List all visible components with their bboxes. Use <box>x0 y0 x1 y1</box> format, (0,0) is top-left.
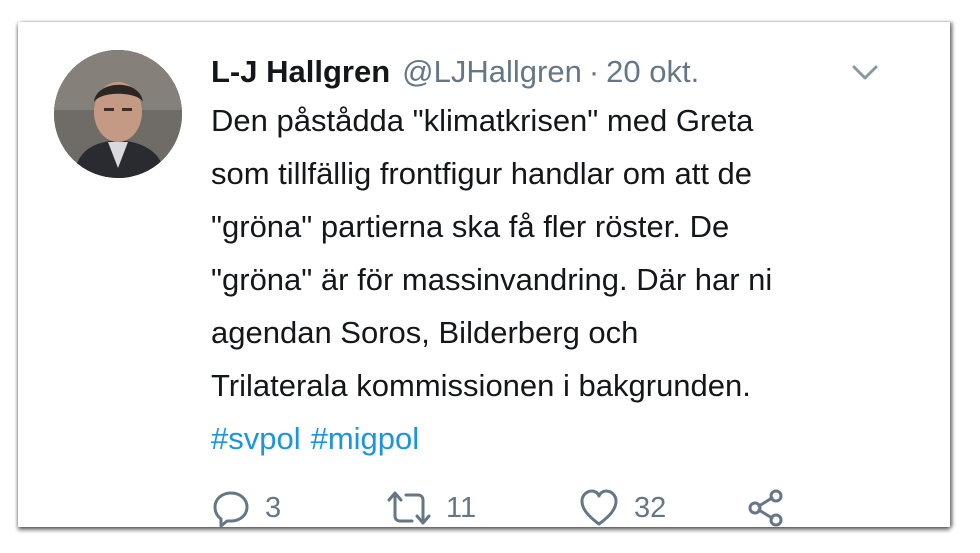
hashtags: #svpol #migpol <box>211 412 911 465</box>
retweet-icon <box>387 491 431 525</box>
tweet-text-line: Trilaterala kommissionen i bakgrunden. <box>211 368 751 403</box>
retweet-button[interactable]: 11 <box>386 488 476 528</box>
reply-count: 3 <box>265 491 282 524</box>
retweet-count: 11 <box>446 491 477 524</box>
reply-icon <box>213 491 249 528</box>
tweet-actions: 3 11 32 <box>211 488 831 528</box>
tweet-date[interactable]: 20 okt. <box>606 52 699 92</box>
share-icon <box>748 489 783 527</box>
share-button[interactable] <box>746 488 788 528</box>
hashtag-link[interactable]: #svpol <box>211 421 301 456</box>
tweet-text-line: "gröna" är för massinvandring. Där har n… <box>211 262 773 297</box>
tweet-card: L-J Hallgren @LJHallgren · 20 okt. Den p… <box>18 22 950 528</box>
tweet-text-line: agendan Soros, Bilderberg och <box>211 315 639 350</box>
author-name[interactable]: L-J Hallgren <box>211 52 390 92</box>
heart-icon <box>580 489 618 526</box>
separator-dot: · <box>588 54 600 89</box>
hashtag-link[interactable]: #migpol <box>311 421 420 456</box>
avatar[interactable] <box>54 50 182 178</box>
avatar-image <box>54 50 182 178</box>
like-count: 32 <box>634 491 667 524</box>
author-handle[interactable]: @LJHallgren <box>402 52 582 92</box>
tweet-text: Den påstådda "klimatkrisen" med Greta so… <box>211 94 911 465</box>
tweet-header: L-J Hallgren @LJHallgren · 20 okt. <box>211 52 699 92</box>
chevron-down-icon[interactable] <box>850 60 880 84</box>
tweet-text-line: "gröna" partierna ska få fler röster. De <box>211 209 730 244</box>
tweet-text-line: som tillfällig frontfigur handlar om att… <box>211 156 753 191</box>
reply-button[interactable]: 3 <box>211 488 281 528</box>
like-button[interactable]: 32 <box>578 488 666 528</box>
tweet-text-line: Den påstådda "klimatkrisen" med Greta <box>211 103 754 138</box>
